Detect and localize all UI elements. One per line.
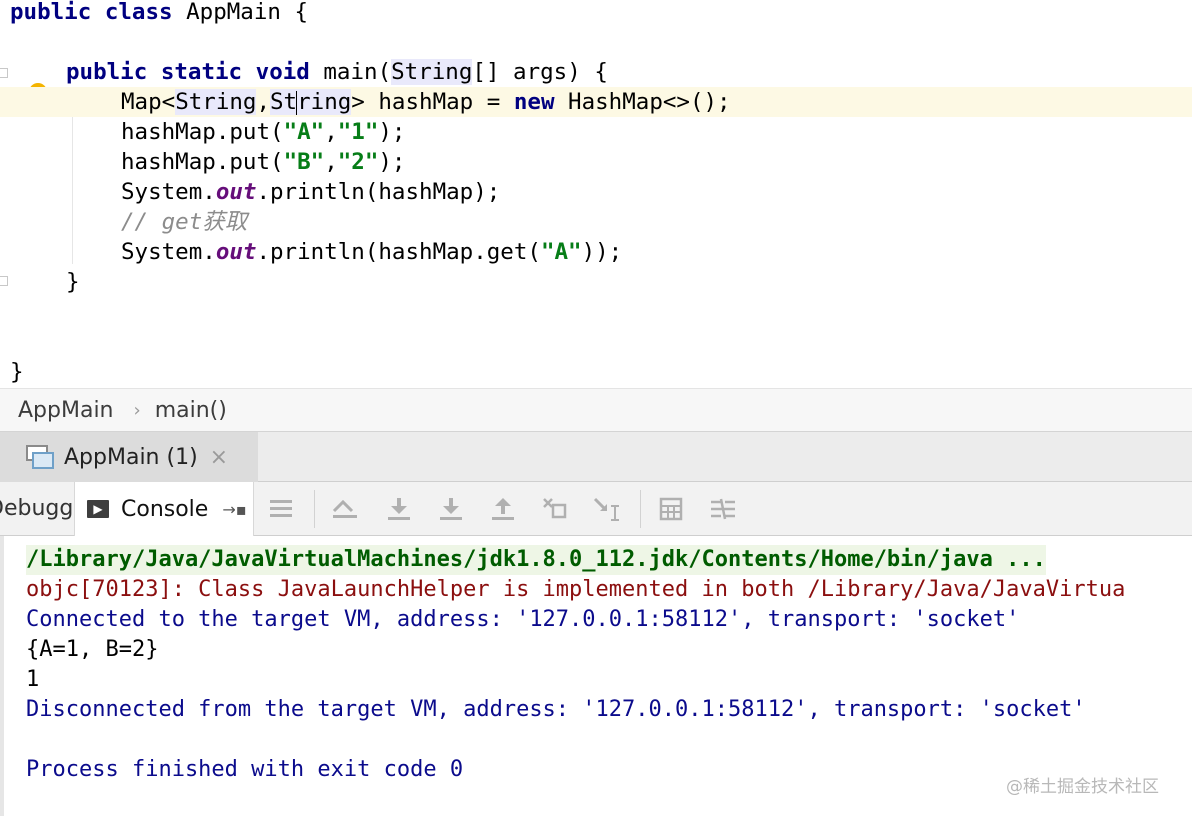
code-token: } (66, 269, 80, 295)
code-token: String (391, 59, 473, 85)
code-token: , (256, 89, 271, 115)
toolbar-separator (640, 490, 641, 528)
show-execution-point-icon[interactable] (330, 494, 360, 524)
code-token: "1" (337, 119, 379, 145)
code-token: ); (378, 149, 406, 175)
watermark: @稀土掘金技术社区 (1006, 777, 1159, 797)
code-token: AppMain { (172, 0, 309, 25)
step-over-icon[interactable] (384, 494, 414, 524)
code-token: } (10, 359, 24, 385)
run-to-cursor-icon[interactable] (540, 494, 570, 524)
calculator-icon[interactable] (656, 494, 686, 524)
code-token: .println(hashMap); (256, 179, 501, 205)
console-line-system: Process finished with exit code 0 (26, 757, 464, 782)
run-tab-appmain[interactable]: AppMain (1) × (0, 432, 258, 482)
evaluate-expression-icon[interactable] (592, 494, 622, 524)
code-token: "B" (283, 149, 325, 175)
console-line-command: /Library/Java/JavaVirtualMachines/jdk1.8… (26, 545, 1046, 575)
tab-console-label: Console (121, 496, 209, 522)
code-comment: // get获取 (121, 209, 248, 235)
code-token: ring (297, 89, 352, 115)
code-token: St (270, 89, 298, 115)
code-token: String (175, 89, 257, 115)
code-line-9: } (0, 267, 1192, 297)
step-out-icon[interactable] (488, 494, 518, 524)
code-line-5: hashMap.put("B","2"); (0, 147, 1192, 177)
code-token: HashMap<>(); (554, 89, 731, 115)
close-icon[interactable]: × (210, 445, 228, 470)
code-token: hashMap.put( (121, 149, 284, 175)
code-token: [] args) { (472, 59, 608, 85)
code-token: out (215, 239, 257, 265)
console-icon: ▶ (87, 500, 109, 518)
console-line-system: Disconnected from the target VM, address… (26, 697, 1086, 722)
breadcrumb-class[interactable]: AppMain (18, 398, 114, 423)
code-token: hashMap.put( (121, 119, 284, 145)
trace-icon[interactable] (708, 494, 738, 524)
code-token: "2" (337, 149, 379, 175)
code-line-6: System.out.println(hashMap); (0, 177, 1192, 207)
code-token: )); (581, 239, 623, 265)
code-line-8: System.out.println(hashMap.get("A")); (0, 237, 1192, 267)
run-tab-bar: AppMain (1) × (0, 432, 1192, 482)
breadcrumb-method[interactable]: main() (155, 398, 227, 423)
code-token: , (324, 149, 338, 175)
run-tab-label: AppMain (1) (64, 444, 198, 470)
breadcrumb-separator-icon: › (133, 399, 141, 421)
breadcrumb: AppMain › main() (0, 388, 1192, 432)
code-line-1: public class AppMain { (0, 0, 1192, 27)
code-token: "A" (283, 119, 325, 145)
code-token: new (513, 89, 555, 115)
tab-console[interactable]: ▶ Console →▪ (74, 482, 254, 536)
tab-debugger[interactable]: Debugger (0, 482, 72, 536)
code-line-3: Map<String,String> hashMap = new HashMap… (0, 87, 1192, 117)
code-token: System. (121, 179, 216, 205)
code-token: System. (121, 239, 216, 265)
code-token: , (324, 119, 338, 145)
step-into-icon[interactable] (436, 494, 466, 524)
window-icon (26, 445, 54, 469)
code-token: Map< (121, 89, 176, 115)
code-token: "A" (540, 239, 582, 265)
code-token: out (215, 179, 257, 205)
console-line-stdout: {A=1, B=2} (26, 637, 159, 662)
pin-tab-icon[interactable]: →▪ (222, 500, 246, 519)
code-line-4: hashMap.put("A","1"); (0, 117, 1192, 147)
console-line-stdout: 1 (26, 667, 40, 692)
code-token: > hashMap = (351, 89, 514, 115)
toolbar-separator (314, 490, 315, 528)
code-token: main( (309, 59, 392, 85)
code-editor[interactable]: public class AppMain { public static voi… (0, 0, 1192, 388)
console-line-system: Connected to the target VM, address: '12… (26, 607, 1020, 632)
code-token: public class (10, 0, 173, 25)
code-token: ); (378, 119, 406, 145)
menu-icon[interactable] (266, 494, 296, 524)
code-token: public static void (66, 59, 310, 85)
code-line-2: public static void main(String[] args) { (0, 57, 1192, 87)
code-line-10: } (0, 357, 1192, 387)
code-token: .println(hashMap.get( (256, 239, 541, 265)
console-toolbar: Debugger ▶ Console →▪ (0, 482, 1192, 536)
console-line-stderr: objc[70123]: Class JavaLaunchHelper is i… (26, 577, 1126, 602)
code-line-7: // get获取 (0, 207, 1192, 237)
